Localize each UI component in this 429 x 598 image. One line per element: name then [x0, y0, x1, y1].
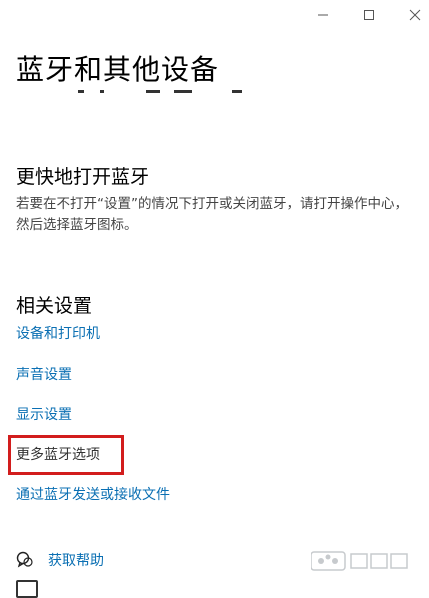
feedback-row-partial[interactable]	[16, 580, 38, 598]
maximize-button[interactable]	[346, 0, 392, 30]
send-receive-files-link[interactable]: 通过蓝牙发送或接收文件	[16, 484, 170, 504]
maximize-icon	[364, 10, 374, 20]
feedback-icon	[16, 580, 38, 598]
baidu-watermark-icon	[311, 551, 408, 571]
display-settings-link[interactable]: 显示设置	[16, 404, 72, 424]
close-icon	[409, 9, 421, 21]
sound-settings-link[interactable]: 声音设置	[16, 364, 72, 384]
title-bar	[0, 0, 429, 30]
page-title: 蓝牙和其他设备	[16, 53, 220, 86]
get-help-link[interactable]: 获取帮助	[16, 550, 104, 570]
highlight-box	[8, 435, 124, 475]
devices-printers-link[interactable]: 设备和打印机	[16, 323, 100, 343]
chat-help-icon	[16, 551, 33, 568]
related-settings-heading: 相关设置	[16, 295, 93, 317]
minimize-button[interactable]	[300, 0, 346, 30]
quick-bluetooth-description: 若要在不打开“设置”的情况下打开或关闭蓝牙，请打开操作中心，然后选择蓝牙图标。	[16, 196, 408, 233]
get-help-label: 获取帮助	[48, 553, 104, 569]
close-button[interactable]	[392, 0, 429, 30]
minimize-icon	[318, 14, 328, 16]
quick-bluetooth-heading: 更快地打开蓝牙	[16, 166, 150, 188]
clipped-text-fragment	[16, 90, 246, 96]
watermark-logo	[311, 548, 411, 574]
